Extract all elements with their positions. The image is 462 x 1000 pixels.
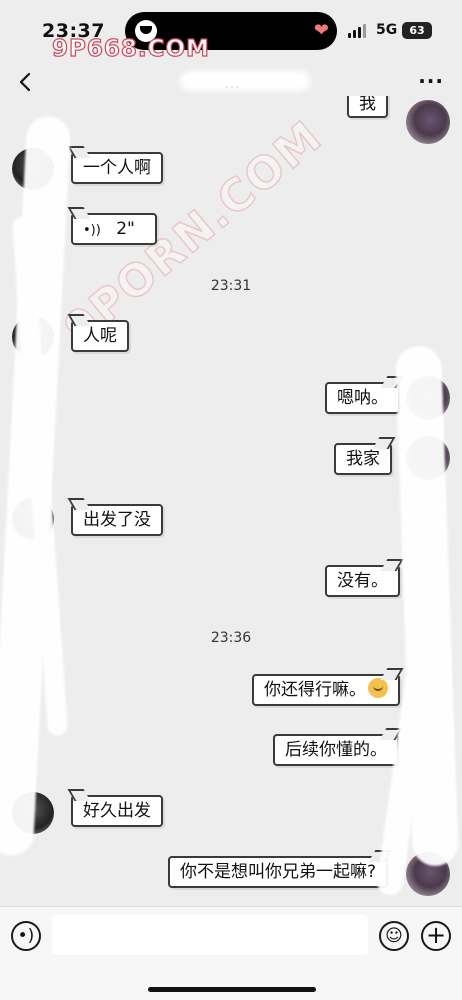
input-toolbar: •) ☺ + — [0, 906, 462, 1000]
message-text: 一个人啊 — [83, 158, 151, 178]
message-bubble-outgoing[interactable]: 我家 — [334, 443, 392, 475]
signal-icon — [348, 24, 368, 38]
self-avatar[interactable] — [406, 100, 450, 144]
battery-icon: 63 — [402, 22, 432, 39]
message-bubble-incoming[interactable]: 一个人啊 — [71, 152, 163, 184]
voice-message-bubble[interactable]: •)) 2" — [71, 213, 157, 245]
add-icon[interactable]: + — [421, 921, 451, 951]
network-type: 5G — [376, 22, 398, 38]
message-bubble-outgoing[interactable]: 你还得行嘛。 — [252, 674, 400, 706]
status-bar: 23:37 ❤ 5G 63 9P668.COM — [0, 0, 462, 63]
more-icon[interactable]: ··· — [418, 71, 444, 91]
message-bubble-outgoing[interactable]: 没有。 — [325, 565, 400, 597]
message-bubble-outgoing[interactable]: 我 — [347, 96, 388, 118]
message-text: 人呢 — [83, 326, 117, 346]
message-timestamp: 23:36 — [210, 630, 252, 646]
message-text: 没有。 — [337, 571, 388, 591]
message-text: 我 — [359, 96, 376, 114]
message-text: 出发了没 — [83, 510, 151, 530]
message-text: 你还得行嘛。 — [264, 680, 366, 700]
chat-title: … — [224, 74, 240, 92]
hearts-icon: ❤ — [313, 20, 329, 41]
message-bubble-incoming[interactable]: 好久出发 — [71, 795, 163, 827]
message-bubble-incoming[interactable]: 出发了没 — [71, 504, 163, 536]
message-bubble-outgoing[interactable]: 嗯呐。 — [325, 382, 400, 414]
voice-input-icon[interactable]: •) — [11, 921, 41, 951]
message-text: 你不是想叫你兄弟一起嘛? — [180, 862, 377, 882]
message-bubble-incoming[interactable]: 人呢 — [71, 320, 129, 352]
watermark-logo: 9P668.COM — [51, 35, 210, 62]
message-timestamp: 23:31 — [210, 278, 252, 294]
emoji-icon[interactable]: ☺ — [379, 921, 409, 951]
voice-wave-icon: •)) — [83, 223, 101, 238]
message-bubble-outgoing[interactable]: 后续你懂的。 — [273, 734, 399, 766]
back-arrow-icon[interactable] — [14, 70, 38, 94]
message-text: 我家 — [346, 449, 380, 469]
home-indicator[interactable] — [148, 987, 316, 992]
message-text: 嗯呐。 — [337, 388, 388, 408]
message-bubble-outgoing[interactable]: 你不是想叫你兄弟一起嘛? — [168, 856, 389, 888]
message-list[interactable]: 9PORN.COM 我 一个人啊 •)) 2" 23:31 人呢 嗯呐。 我家 … — [0, 96, 462, 906]
message-text: 后续你懂的。 — [285, 740, 387, 760]
message-text: 好久出发 — [83, 801, 151, 821]
message-input[interactable] — [52, 915, 368, 955]
cat-emoji-icon — [368, 678, 388, 698]
voice-duration: 2" — [116, 219, 135, 239]
